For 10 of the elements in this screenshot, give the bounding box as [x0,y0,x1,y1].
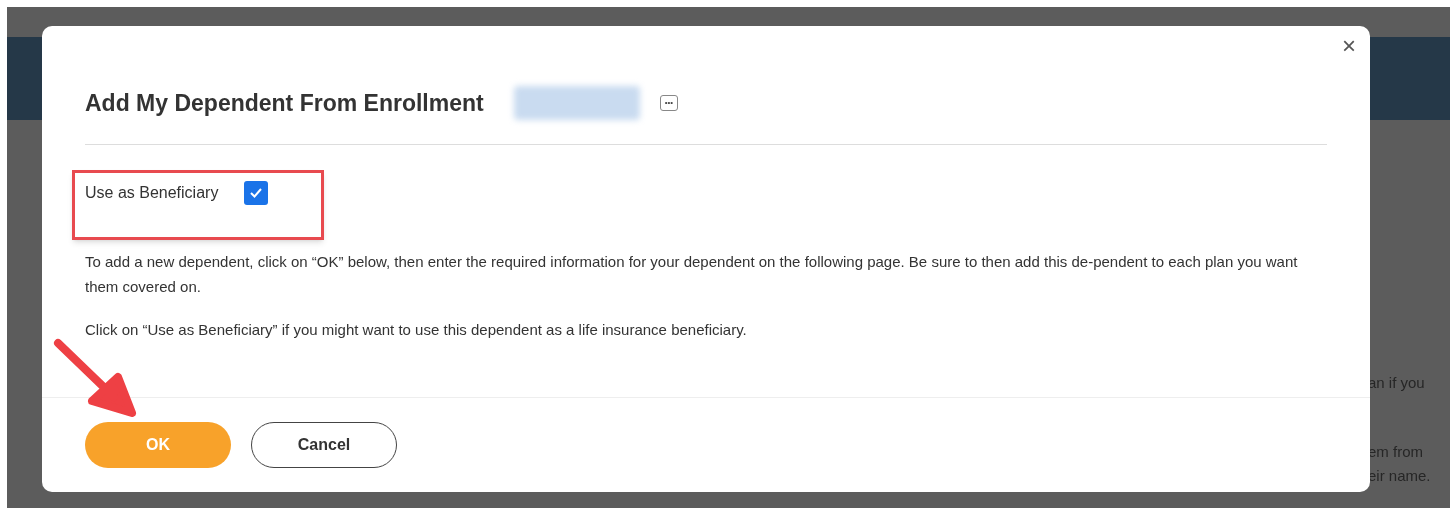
close-button[interactable]: × [1342,34,1356,58]
instruction-text: Click on “Use as Beneficiary” if you might want to use this dependent as a life insurance beneficiary. [85,319,748,340]
check-icon [249,186,264,199]
checkbox-label: Use as Beneficiary [85,182,219,203]
more-button[interactable]: ••• [659,95,679,112]
dialog-title: Add My Dependent From Enrollment [85,89,484,118]
instruction-text: To add a new dependent, click on “OK” below, then enter the required information for your dependent on the following page. Be sure to then add this de-pendent to each plan you want them covered on. [85,251,1299,297]
beneficiary-checkbox[interactable] [244,180,269,205]
arrow-icon [52,337,138,417]
cancel-button[interactable]: Cancel [251,422,397,468]
